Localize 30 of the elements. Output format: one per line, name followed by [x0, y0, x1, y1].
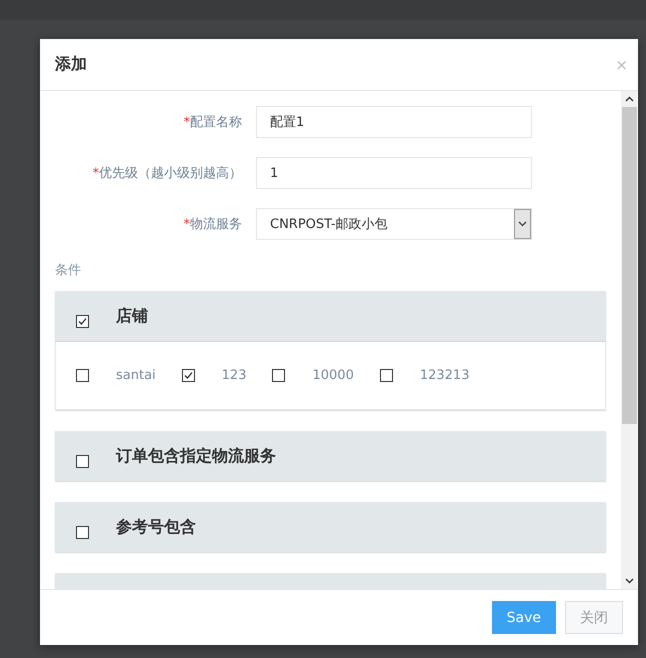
- checkbox[interactable]: [182, 369, 195, 382]
- condition-title: 店铺: [116, 306, 148, 326]
- checkbox[interactable]: [76, 369, 89, 382]
- select-field[interactable]: CNRPOST-邮政小包: [256, 208, 532, 240]
- condition-header[interactable]: 店铺: [55, 291, 606, 342]
- input-field[interactable]: 配置1: [256, 106, 532, 138]
- chevron-down-icon[interactable]: [514, 209, 531, 239]
- checkbox[interactable]: [380, 369, 393, 382]
- scroll-down-icon[interactable]: [624, 578, 634, 584]
- input-field[interactable]: 1: [256, 157, 532, 189]
- checkbox[interactable]: [76, 454, 89, 468]
- condition-title: 订单包含指定物流服务: [116, 446, 276, 466]
- option-label: santai: [116, 368, 156, 383]
- option-label: 123213: [420, 368, 470, 383]
- checkbox[interactable]: [272, 369, 286, 382]
- condition-title: 参考号包含: [116, 516, 196, 538]
- checkbox[interactable]: [76, 314, 89, 328]
- option-label: 10000: [312, 368, 354, 383]
- checkbox[interactable]: [76, 526, 89, 538]
- scrollbar[interactable]: [621, 91, 637, 589]
- field-label: *优先级（越小级别越高）: [92, 165, 243, 182]
- field-label: *配置名称: [182, 114, 243, 131]
- scrollbar-thumb[interactable]: [622, 107, 636, 424]
- condition-header[interactable]: 订单包含指定物流服务: [55, 431, 606, 481]
- condition-header[interactable]: 参考号包含: [55, 502, 606, 552]
- dialog-title: 添加: [55, 54, 87, 75]
- section-label: 条件: [55, 262, 81, 279]
- option-label: 123: [222, 368, 246, 383]
- scroll-up-icon[interactable]: [624, 96, 634, 102]
- field-label: *物流服务: [182, 216, 243, 233]
